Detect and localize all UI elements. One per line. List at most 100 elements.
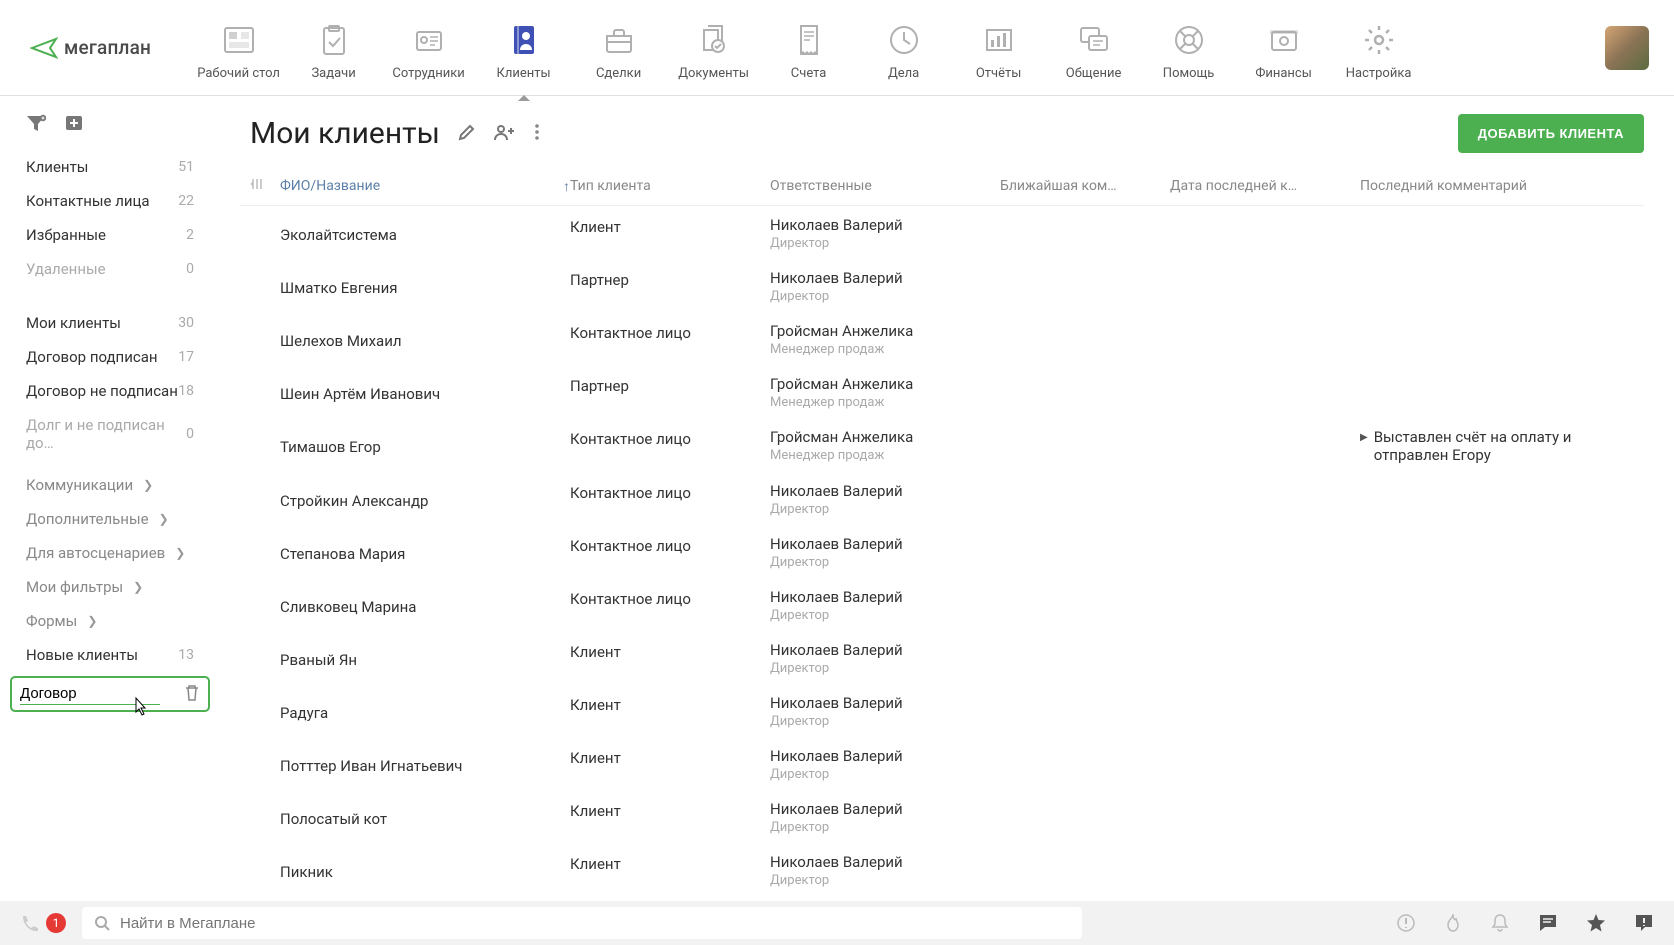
- table-row[interactable]: Потттер Иван Игнатьевич Клиент Николаев …: [240, 737, 1644, 790]
- table-row[interactable]: Рваный Ян Клиент Николаев ВалерийДиректо…: [240, 631, 1644, 684]
- responsible-name: Гройсман Анжелика: [770, 375, 1000, 393]
- table-row[interactable]: Эколайтсистема Клиент Николаев ВалерийДи…: [240, 206, 1644, 259]
- star-icon[interactable]: [1586, 913, 1606, 933]
- nav-help[interactable]: Помощь: [1141, 14, 1236, 81]
- nav-invoices[interactable]: Счета: [761, 14, 856, 81]
- col-header-name[interactable]: ФИО/Название↑: [280, 178, 570, 195]
- phone-status[interactable]: 1: [20, 913, 66, 933]
- sidebar-item-count: 13: [178, 647, 194, 663]
- table-row[interactable]: Радуга Клиент Николаев ВалерийДиректор: [240, 684, 1644, 737]
- client-name: Стройкин Александр: [280, 482, 570, 517]
- responsible-role: Менеджер продаж: [770, 342, 1000, 357]
- sidebar-item[interactable]: Контактные лица22: [0, 184, 220, 218]
- sidebar-item[interactable]: Мои клиенты30: [0, 306, 220, 340]
- sidebar-item-count: 17: [178, 349, 194, 365]
- table-row[interactable]: Петров Геннадий Контактное лицо Николаев…: [240, 896, 1644, 901]
- deals-icon: [601, 22, 637, 58]
- clients-icon: [506, 22, 542, 58]
- flame-icon[interactable]: [1444, 913, 1462, 933]
- col-header-type[interactable]: Тип клиента: [570, 178, 770, 194]
- client-type: Клиент: [570, 641, 770, 676]
- table-row[interactable]: Стройкин Александр Контактное лицо Никол…: [240, 472, 1644, 525]
- bottom-bar: 1: [0, 901, 1674, 945]
- chevron-right-icon: ❯: [143, 478, 153, 492]
- calendar-icon: [886, 22, 922, 58]
- nav-tasks[interactable]: Задачи: [286, 14, 381, 81]
- nav-finance[interactable]: Финансы: [1236, 14, 1331, 81]
- responsible-name: Николаев Валерий: [770, 853, 1000, 871]
- sidebar-expandable[interactable]: Коммуникации❯: [0, 468, 220, 502]
- sidebar-filter-edit[interactable]: [10, 676, 210, 712]
- more-icon[interactable]: [534, 123, 540, 145]
- nav-clients[interactable]: Клиенты: [476, 14, 571, 81]
- table-row[interactable]: Полосатый кот Клиент Николаев ВалерийДир…: [240, 790, 1644, 843]
- sidebar-expandable[interactable]: Мои фильтры❯: [0, 570, 220, 604]
- chevron-right-icon: ❯: [133, 580, 143, 594]
- nav-settings[interactable]: Настройка: [1331, 14, 1426, 81]
- table-row[interactable]: Степанова Мария Контактное лицо Николаев…: [240, 525, 1644, 578]
- nav-label: Сотрудники: [392, 66, 464, 81]
- responsible-name: Гройсман Анжелика: [770, 322, 1000, 340]
- responsible-name: Николаев Валерий: [770, 641, 1000, 659]
- table-row[interactable]: Пикник Клиент Николаев ВалерийДиректор: [240, 843, 1644, 896]
- col-header-date[interactable]: Дата последней к…: [1170, 178, 1360, 194]
- sidebar-expandable[interactable]: Для автосценариев❯: [0, 536, 220, 570]
- sidebar-item-newclients[interactable]: Новые клиенты 13: [0, 638, 220, 672]
- edit-icon[interactable]: [458, 123, 476, 145]
- responsible-role: Директор: [770, 820, 1000, 835]
- filter-name-input[interactable]: [20, 685, 160, 705]
- sidebar-expandable[interactable]: Дополнительные❯: [0, 502, 220, 536]
- nav-deals[interactable]: Сделки: [571, 14, 666, 81]
- sidebar-item[interactable]: Удаленные0: [0, 252, 220, 286]
- table-row[interactable]: Шеин Артём Иванович Партнер Гройсман Анж…: [240, 365, 1644, 418]
- alert-icon[interactable]: [1396, 913, 1416, 933]
- global-search[interactable]: [82, 907, 1082, 939]
- add-list-icon[interactable]: [64, 114, 84, 136]
- add-client-button[interactable]: ДОБАВИТЬ КЛИЕНТА: [1458, 114, 1644, 153]
- sidebar-item[interactable]: Долг и не подписан до…0: [0, 408, 220, 460]
- nav-employees[interactable]: Сотрудники: [381, 14, 476, 81]
- client-name: Шеин Артём Иванович: [280, 375, 570, 410]
- nav-calendar[interactable]: Дела: [856, 14, 951, 81]
- trash-icon[interactable]: [184, 684, 200, 706]
- sidebar-item[interactable]: Клиенты51: [0, 150, 220, 184]
- logo[interactable]: мегаплан: [30, 36, 151, 59]
- table-row[interactable]: Шелехов Михаил Контактное лицо Гройсман …: [240, 312, 1644, 365]
- table-row[interactable]: Шматко Евгения Партнер Николаев ВалерийД…: [240, 259, 1644, 312]
- responsible-name: Николаев Валерий: [770, 588, 1000, 606]
- nav-dashboard[interactable]: Рабочий стол: [191, 14, 286, 81]
- bell-icon[interactable]: [1490, 913, 1510, 933]
- sidebar-expandable[interactable]: Формы❯: [0, 604, 220, 638]
- nav-documents[interactable]: Документы: [666, 14, 761, 81]
- col-header-comm[interactable]: Ближайшая ком…: [1000, 178, 1170, 194]
- chat-icon[interactable]: [1538, 913, 1558, 933]
- sidebar-item-count: 0: [186, 426, 194, 442]
- notification-badge: 1: [46, 913, 66, 933]
- table-row[interactable]: Тимашов Егор Контактное лицо Гройсман Ан…: [240, 418, 1644, 472]
- help-icon: [1171, 22, 1207, 58]
- sidebar-item-label: Удаленные: [26, 260, 106, 278]
- nav-chat[interactable]: Общение: [1046, 14, 1141, 81]
- chevron-right-icon: ❯: [87, 614, 97, 628]
- sidebar-item[interactable]: Договор не подписан18: [0, 374, 220, 408]
- nav-reports[interactable]: Отчёты: [951, 14, 1046, 81]
- client-type: Клиент: [570, 800, 770, 835]
- column-settings-icon[interactable]: [250, 177, 280, 195]
- table-row[interactable]: Сливковец Марина Контактное лицо Николае…: [240, 578, 1644, 631]
- feedback-icon[interactable]: [1634, 913, 1654, 933]
- col-header-resp[interactable]: Ответственные: [770, 178, 1000, 194]
- client-type: Контактное лицо: [570, 535, 770, 570]
- sidebar-item-label: Договор не подписан: [26, 382, 178, 400]
- sidebar-item[interactable]: Избранные2: [0, 218, 220, 252]
- responsible-name: Николаев Валерий: [770, 747, 1000, 765]
- search-input[interactable]: [120, 915, 1070, 932]
- sidebar-item[interactable]: Договор подписан17: [0, 340, 220, 374]
- avatar[interactable]: [1605, 26, 1649, 70]
- nav-label: Общение: [1066, 66, 1122, 81]
- invoices-icon: [791, 22, 827, 58]
- col-header-last[interactable]: Последний комментарий: [1360, 178, 1634, 194]
- filter-icon[interactable]: [26, 114, 46, 136]
- add-people-icon[interactable]: [494, 123, 516, 145]
- expand-comment-icon[interactable]: ▶: [1360, 432, 1368, 443]
- responsible-role: Директор: [770, 555, 1000, 570]
